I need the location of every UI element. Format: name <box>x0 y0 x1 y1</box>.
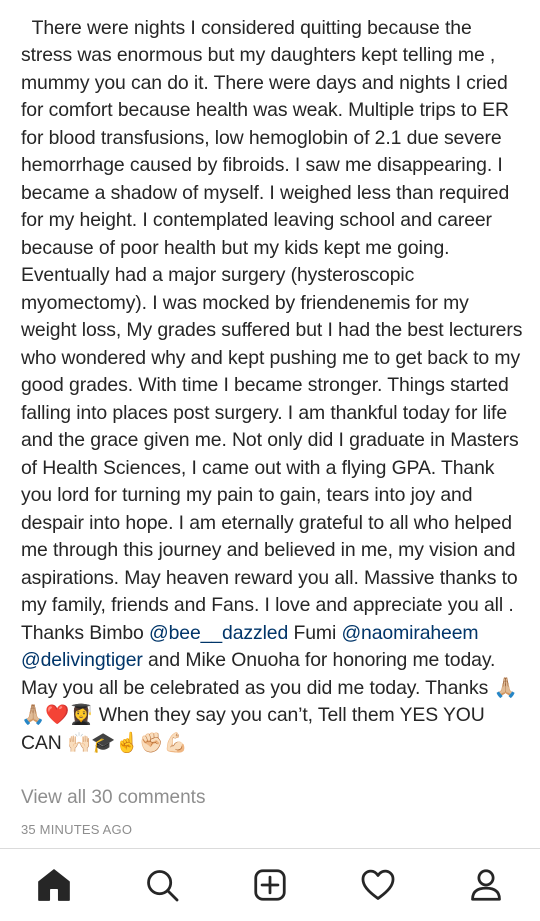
tab-profile[interactable] <box>456 855 516 915</box>
tab-search[interactable] <box>132 855 192 915</box>
view-all-comments-link[interactable]: View all 30 comments <box>21 787 205 809</box>
home-icon <box>38 869 70 901</box>
bottom-tab-bar <box>0 849 540 921</box>
mention-link[interactable]: @naomiraheem <box>341 622 478 644</box>
mention-link[interactable]: @bee__dazzled <box>149 622 288 644</box>
tab-new-post[interactable] <box>240 855 300 915</box>
post-caption: There were nights I considered quitting … <box>21 0 525 757</box>
mention-link[interactable]: @delivingtiger <box>21 649 143 671</box>
caption-text <box>478 622 483 644</box>
tab-home[interactable] <box>24 855 84 915</box>
emoji-group: 🙌🏻🎓☝️✊🏻💪🏻 <box>66 731 188 754</box>
caption-text: Fumi <box>288 621 342 644</box>
post-timestamp: 35 MINUTES AGO <box>21 822 133 837</box>
tab-activity[interactable] <box>348 855 408 915</box>
search-icon <box>147 870 179 902</box>
add-post-icon <box>254 869 286 901</box>
caption-text: There were nights I considered quitting … <box>21 16 528 644</box>
heart-icon <box>361 869 395 900</box>
profile-icon <box>471 869 501 901</box>
